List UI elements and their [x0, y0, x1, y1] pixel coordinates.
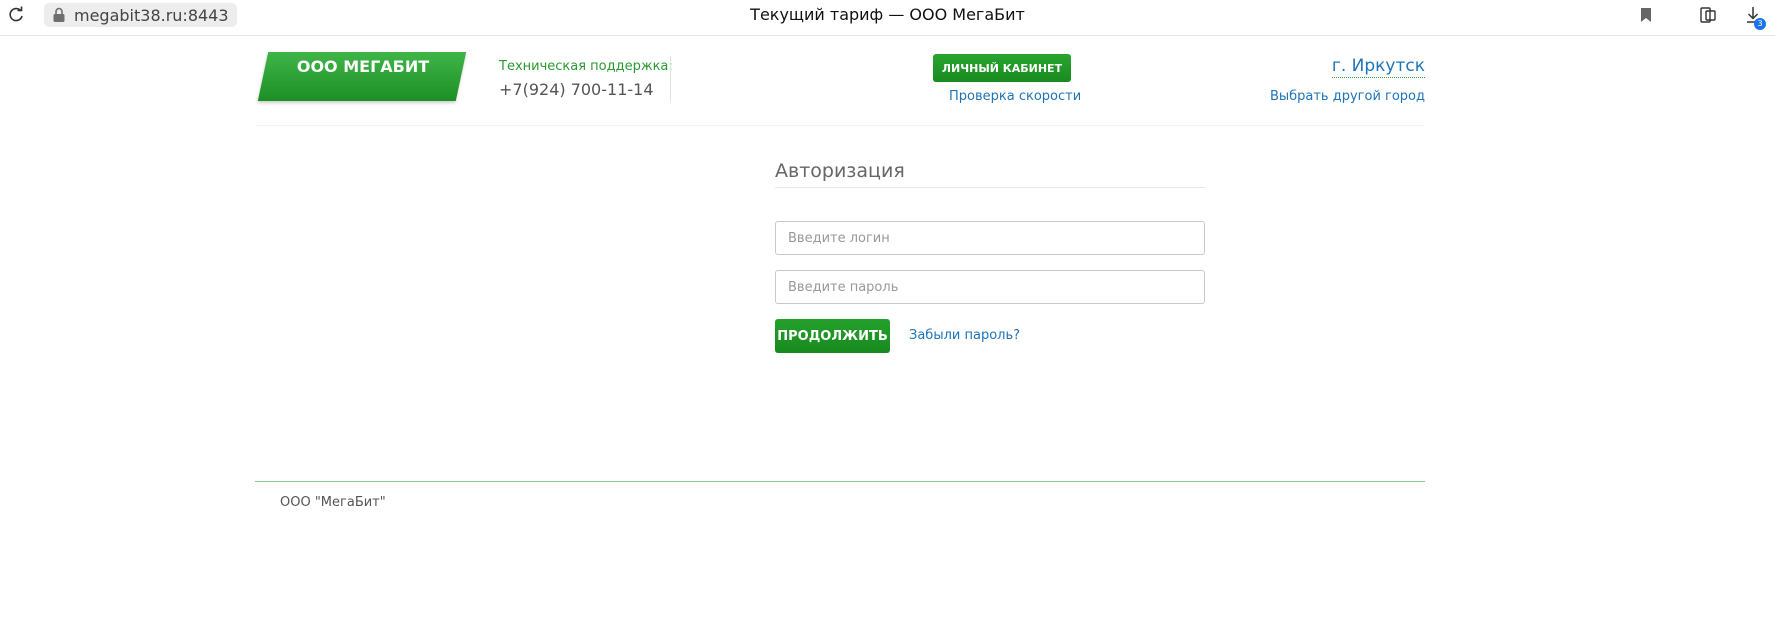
download-count-badge: 3 [1754, 18, 1766, 30]
speed-test-link[interactable]: Проверка скорости [949, 89, 1081, 104]
bookmark-icon[interactable] [1636, 5, 1656, 25]
auth-form: Авторизация ПРОДОЛЖИТЬ Забыли пароль? [775, 160, 1205, 353]
support-label: Техническая поддержка: [499, 59, 673, 74]
forgot-password-link[interactable]: Забыли пароль? [909, 328, 1020, 343]
continue-button[interactable]: ПРОДОЛЖИТЬ [775, 319, 890, 353]
password-input[interactable] [775, 270, 1205, 304]
login-input[interactable] [775, 221, 1205, 255]
footer-copyright: ООО "МегаБит" [280, 495, 386, 510]
page-title: Текущий тариф — ООО МегаБит [750, 5, 1025, 24]
change-city-link[interactable]: Выбрать другой город [1270, 89, 1425, 104]
city-selector[interactable]: г. Иркутск [1331, 56, 1425, 78]
header-divider [670, 56, 671, 102]
support-phone: +7(924) 700-11-14 [499, 80, 654, 99]
browser-toolbar: megabit38.ru:8443 Текущий тариф — ООО Ме… [0, 0, 1775, 36]
auth-title: Авторизация [775, 160, 1205, 188]
extensions-icon[interactable] [1698, 5, 1718, 25]
footer-divider [255, 481, 1425, 482]
logo-text[interactable]: ООО МЕГАБИТ [255, 57, 471, 76]
site-header: ООО МЕГАБИТ Техническая поддержка: +7(92… [255, 36, 1425, 126]
personal-cabinet-button[interactable]: ЛИЧНЫЙ КАБИНЕТ [933, 54, 1071, 82]
